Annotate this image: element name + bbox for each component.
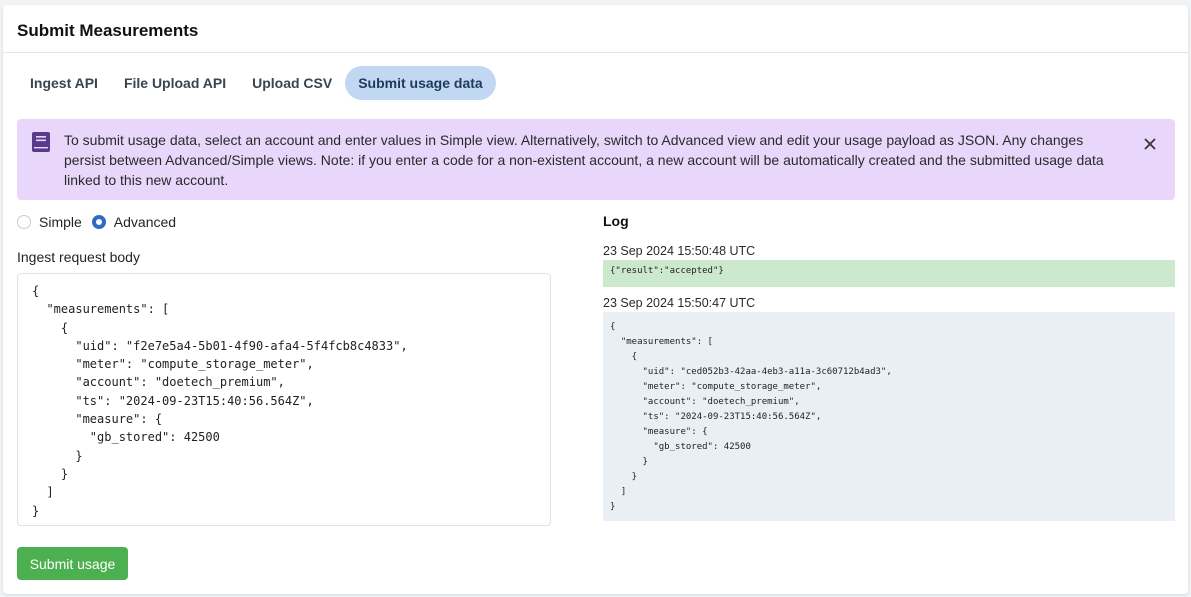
- tab-file-upload-api[interactable]: File Upload API: [111, 66, 239, 100]
- log-entry-result: {"result":"accepted"}: [603, 260, 1175, 287]
- log-timestamp: 23 Sep 2024 15:50:47 UTC: [603, 296, 756, 310]
- log-request-content: { "measurements": [ { "uid": "ced052b3-4…: [610, 322, 892, 512]
- close-icon[interactable]: [1143, 137, 1157, 151]
- page-title: Submit Measurements: [17, 21, 199, 40]
- view-toggle: Simple Advanced: [17, 214, 186, 230]
- submit-usage-button[interactable]: Submit usage: [17, 547, 128, 580]
- simple-radio[interactable]: [17, 215, 31, 229]
- tab-ingest-api[interactable]: Ingest API: [17, 66, 111, 100]
- json-editor[interactable]: { "measurements": [ { "uid": "f2e7e5a4-5…: [17, 273, 551, 526]
- log-entry-request: { "measurements": [ { "uid": "ced052b3-4…: [603, 312, 1175, 521]
- submit-measurements-card: Submit Measurements Ingest API File Uplo…: [3, 5, 1188, 594]
- advanced-radio[interactable]: [91, 215, 106, 229]
- log-timestamp: 23 Sep 2024 15:50:48 UTC: [603, 244, 756, 258]
- tab-upload-csv[interactable]: Upload CSV: [239, 66, 345, 100]
- info-banner: To submit usage data, select an account …: [17, 119, 1175, 200]
- card-header: Submit Measurements: [3, 5, 1188, 53]
- tab-bar: Ingest API File Upload API Upload CSV Su…: [17, 66, 496, 100]
- editor-label: Ingest request body: [17, 249, 140, 265]
- editor-content[interactable]: { "measurements": [ { "uid": "f2e7e5a4-5…: [32, 282, 536, 520]
- log-result-content: {"result":"accepted"}: [610, 266, 724, 276]
- simple-radio-label[interactable]: Simple: [39, 214, 82, 230]
- log-title: Log: [603, 213, 629, 229]
- banner-message: To submit usage data, select an account …: [64, 132, 1104, 188]
- advanced-radio-label[interactable]: Advanced: [114, 214, 176, 230]
- tab-submit-usage-data[interactable]: Submit usage data: [345, 66, 496, 100]
- book-icon: [32, 132, 50, 152]
